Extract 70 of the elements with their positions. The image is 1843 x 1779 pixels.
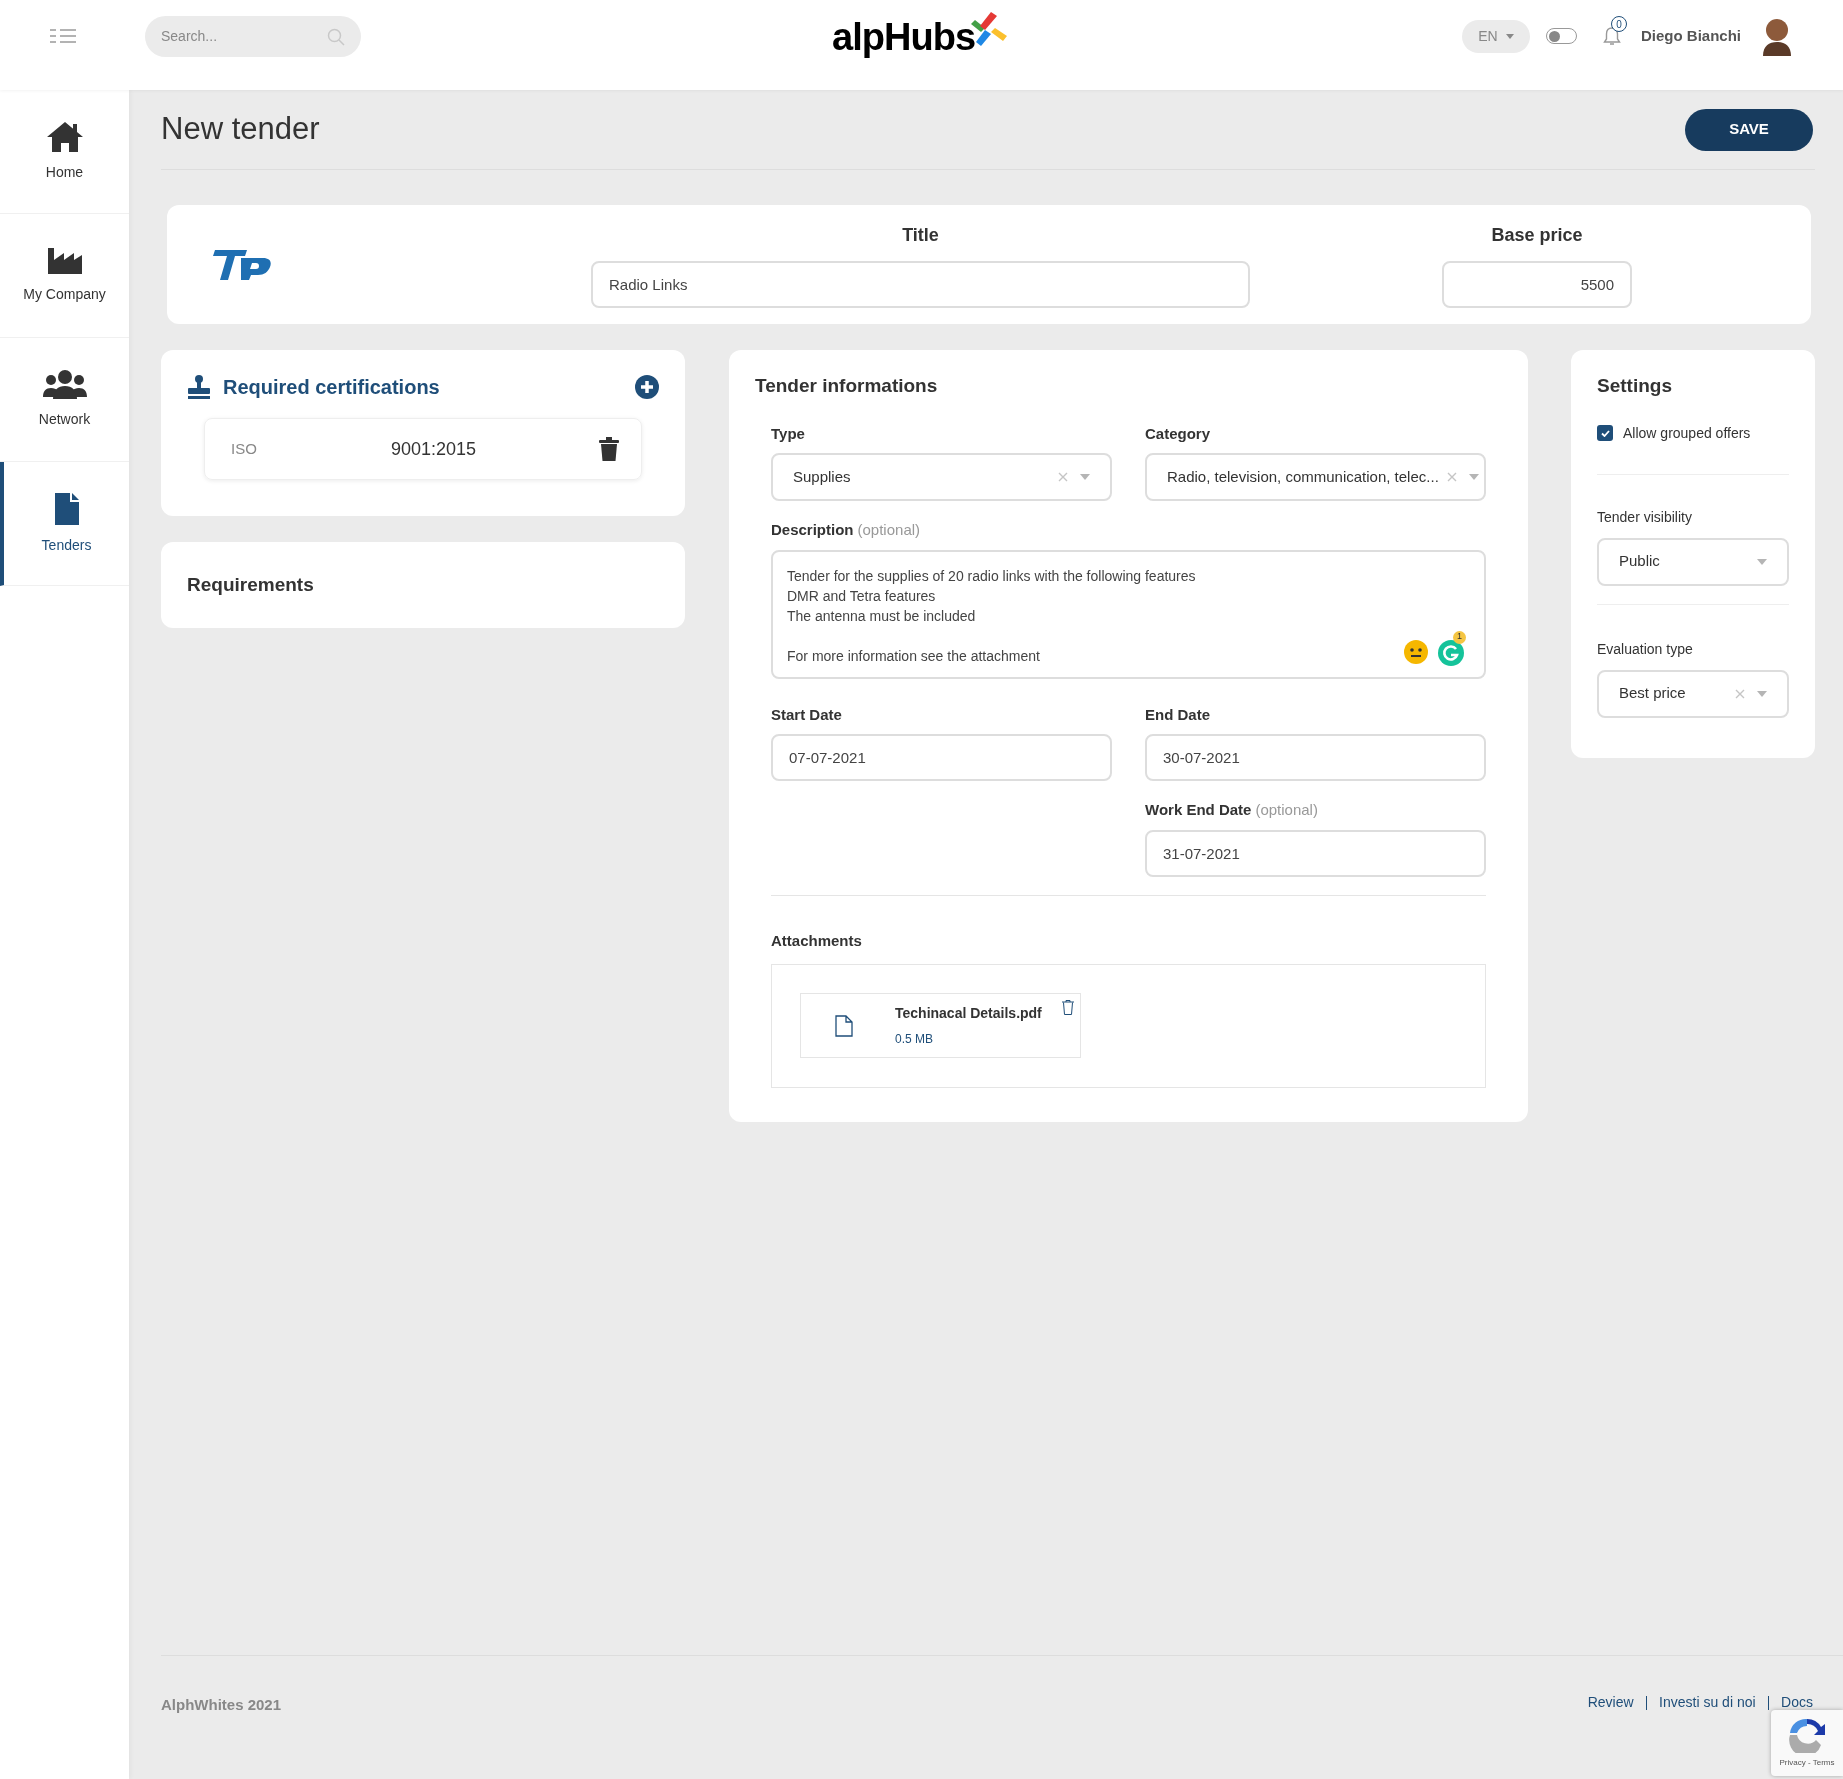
optional-note: (optional) (857, 521, 921, 538)
caret-icon (1505, 33, 1514, 39)
card-title: Required certifications (223, 375, 440, 400)
field-label: Work End Date (1145, 801, 1252, 818)
search-icon (327, 27, 345, 46)
caret-icon (1080, 474, 1090, 480)
optional-note: (optional) (1255, 801, 1318, 818)
checkbox-label: Allow grouped offers (1623, 423, 1751, 443)
card-title: Tender informations (755, 374, 939, 398)
trash-icon[interactable] (1062, 1000, 1074, 1015)
sidebar-item[interactable]: Tenders (0, 462, 129, 586)
title-field[interactable]: Radio Links (591, 260, 1250, 308)
field-label: Type (771, 424, 805, 442)
footer-link[interactable]: Investi su di noi (1659, 1692, 1756, 1713)
section-label: Attachments (771, 930, 863, 951)
page-title: New tender (161, 110, 320, 149)
sidebar-item[interactable]: My Company (0, 214, 129, 338)
visibility-select[interactable]: Public (1597, 537, 1789, 586)
date-field[interactable]: 30-07-2021 (1145, 734, 1486, 781)
recaptcha-links: Privacy - Terms (1779, 1757, 1835, 1769)
file-size: 0.5 MB (895, 1031, 934, 1048)
caret-icon (1468, 474, 1479, 480)
trash-icon[interactable] (599, 437, 619, 461)
field-label: Evaluation type (1597, 639, 1694, 659)
user-name[interactable]: Diego Bianchi (1641, 24, 1741, 48)
stamp-icon (187, 375, 211, 399)
theme-switch[interactable] (1546, 28, 1577, 44)
field-label: Category (1145, 424, 1211, 442)
document-icon (52, 491, 81, 527)
factory-icon (45, 246, 84, 276)
search-field[interactable]: Search... (145, 15, 361, 57)
card-title: Requirements (187, 572, 314, 597)
attachment-card[interactable]: Techinacal Details.pdf 0.5 MB (800, 993, 1081, 1058)
field-label: Description (771, 521, 854, 538)
save-button[interactable]: SAVE (1685, 108, 1813, 151)
logo-text: alpHubs (832, 18, 976, 56)
card-title: Settings (1597, 374, 1673, 398)
field-label: Start Date (771, 705, 842, 723)
grammar-badge: 1 (1453, 630, 1466, 644)
checkbox[interactable] (1597, 425, 1613, 441)
type-select[interactable]: Supplies (771, 453, 1112, 501)
caret-icon (1757, 690, 1767, 697)
price-field[interactable]: 5500 (1442, 260, 1632, 308)
certification-code: 9001:2015 (391, 437, 477, 461)
certification-type: ISO (231, 438, 258, 459)
check-icon (1600, 429, 1610, 437)
footer-link[interactable]: Docs (1781, 1692, 1813, 1713)
copyright-text: AlphWhites 2021 (161, 1695, 282, 1715)
notification-badge: 0 (1611, 16, 1627, 32)
users-icon (41, 369, 88, 401)
date-field[interactable]: 07-07-2021 (771, 734, 1112, 781)
sidebar-item[interactable]: Home (0, 90, 129, 214)
bell-icon[interactable] (1603, 26, 1621, 46)
sidebar-item[interactable]: Network (0, 338, 129, 462)
recaptcha-badge[interactable]: Privacy - Terms (1771, 1710, 1843, 1776)
evaluation-select[interactable]: Best price (1597, 669, 1789, 718)
field-label: Base price (1491, 223, 1583, 247)
caret-icon (1757, 558, 1767, 565)
date-field[interactable]: 31-07-2021 (1145, 829, 1486, 877)
emoji-icon[interactable] (1404, 639, 1428, 664)
file-icon (835, 1014, 853, 1037)
file-name: Techinacal Details.pdf (895, 1004, 1042, 1023)
field-label: End Date (1145, 705, 1210, 723)
add-icon[interactable] (635, 375, 659, 399)
footer-link[interactable]: Review (1587, 1692, 1634, 1713)
field-label: Title (902, 223, 939, 247)
category-select[interactable]: Radio, television, communication, telec... (1145, 453, 1486, 501)
recaptcha-icon (1788, 1717, 1826, 1753)
avatar[interactable] (1761, 16, 1793, 56)
field-label: Tender visibility (1597, 507, 1693, 527)
